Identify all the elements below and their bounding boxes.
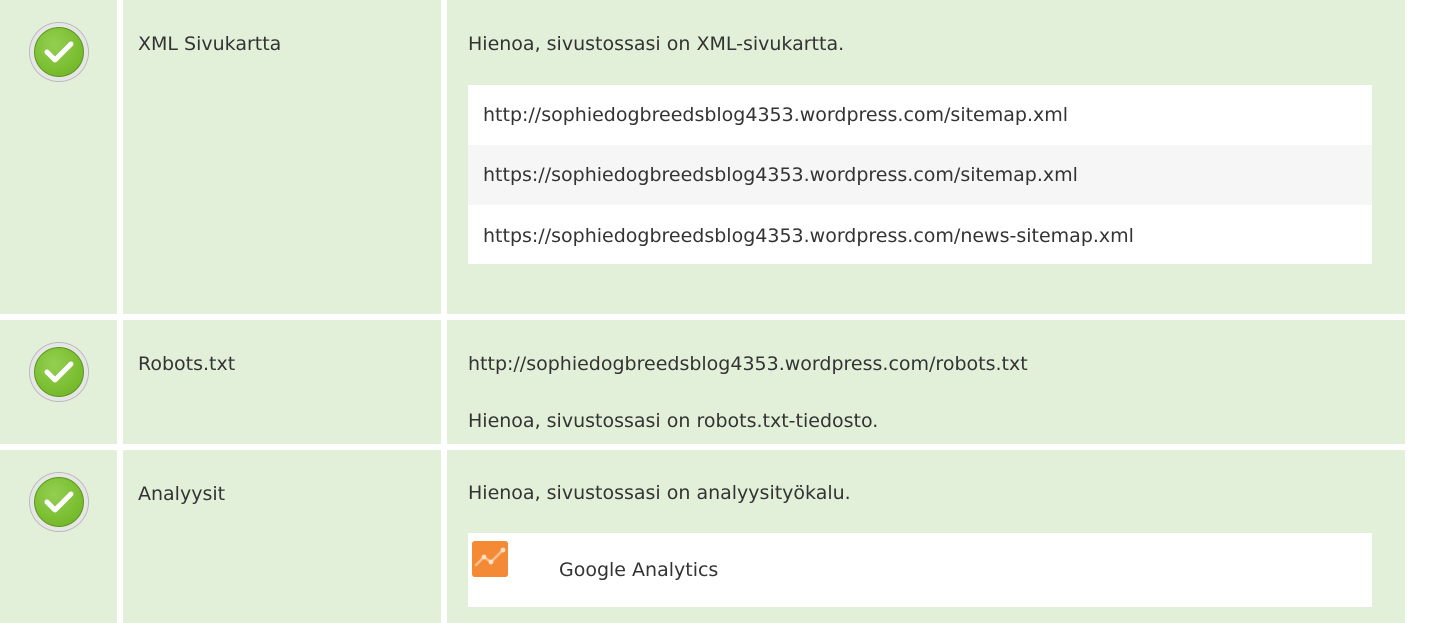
- check-content: http://sophiedogbreedsblog4353.wordpress…: [447, 320, 1405, 444]
- check-label: XML Sivukartta: [123, 0, 441, 314]
- analytics-tool-name: Google Analytics: [559, 559, 719, 581]
- status-cell: [0, 0, 117, 314]
- google-analytics-icon: [472, 541, 508, 577]
- check-circle-icon: [29, 23, 88, 81]
- sitemap-url-list: http://sophiedogbreedsblog4353.wordpress…: [468, 85, 1372, 264]
- check-label: Robots.txt: [123, 320, 441, 444]
- sitemap-url: http://sophiedogbreedsblog4353.wordpress…: [483, 104, 1069, 126]
- check-label: Analyysit: [123, 450, 441, 623]
- check-row-robots: Robots.txt http://sophiedogbreedsblog435…: [0, 320, 1425, 444]
- sitemap-url: https://sophiedogbreedsblog4353.wordpres…: [483, 225, 1134, 247]
- check-circle-icon: [29, 473, 88, 531]
- check-message: Hienoa, sivustossasi on analyysityökalu.: [468, 482, 851, 504]
- status-cell: [0, 450, 117, 623]
- results-table: XML Sivukartta Hienoa, sivustossasi on X…: [0, 0, 1425, 623]
- check-message: Hienoa, sivustossasi on robots.txt-tiedo…: [468, 410, 879, 432]
- robots-url: http://sophiedogbreedsblog4353.wordpress…: [468, 353, 1028, 375]
- analytics-tool-item: Google Analytics: [468, 533, 1372, 607]
- check-message: Hienoa, sivustossasi on XML-sivukartta.: [468, 33, 845, 55]
- sitemap-url: https://sophiedogbreedsblog4353.wordpres…: [468, 145, 1372, 205]
- check-row-analytics: Analyysit Hienoa, sivustossasi on analyy…: [0, 450, 1425, 623]
- status-cell: [0, 320, 117, 444]
- check-content: Hienoa, sivustossasi on XML-sivukartta. …: [447, 0, 1405, 314]
- check-row-sitemap: XML Sivukartta Hienoa, sivustossasi on X…: [0, 0, 1425, 314]
- check-circle-icon: [29, 343, 88, 401]
- check-content: Hienoa, sivustossasi on analyysityökalu.…: [447, 450, 1405, 623]
